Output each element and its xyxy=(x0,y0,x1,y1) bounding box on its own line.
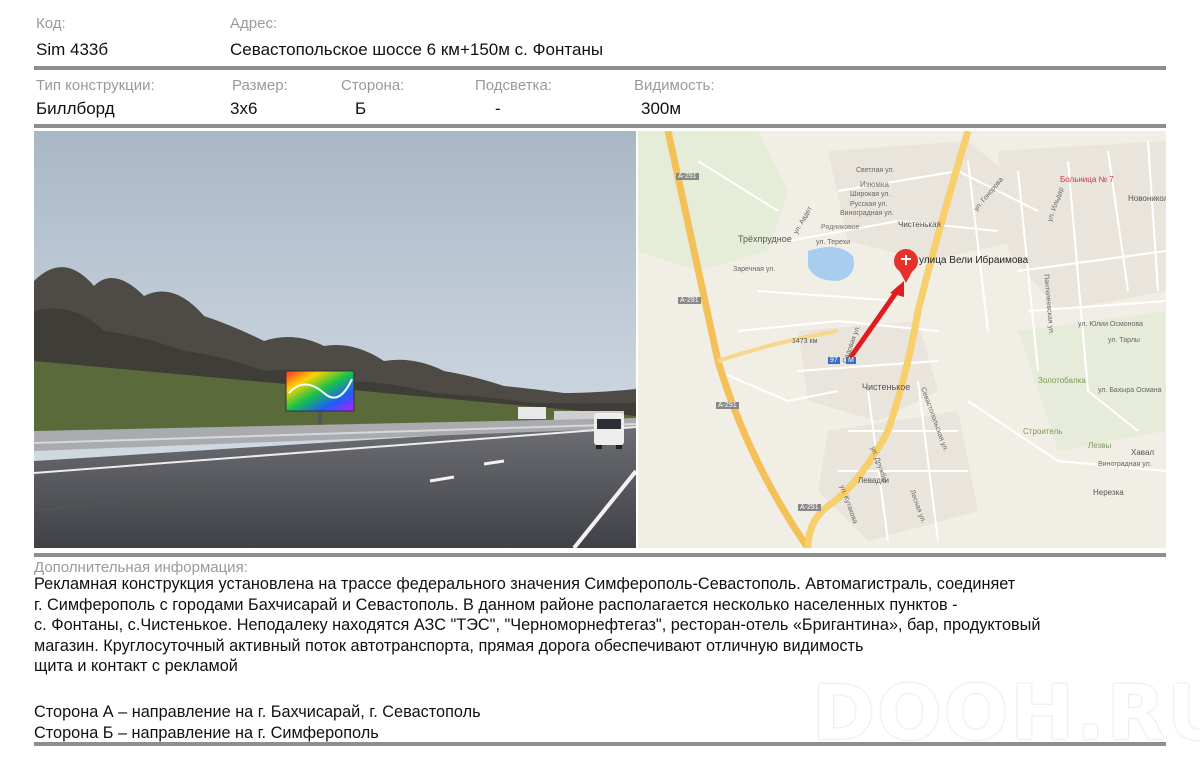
map-place-hospital: Больница № 7 xyxy=(1060,175,1114,184)
map-place-trekhprudnoe: Трёхпрудное xyxy=(738,234,792,244)
map-place-lezvy: Лезвы xyxy=(1088,441,1112,450)
map-street-7: Заречная ул. xyxy=(733,266,776,273)
map-pin-label: улица Вели Ибраимова xyxy=(919,255,1029,266)
location-map[interactable]: улица Вели Ибраимова Трёхпрудное Чистень… xyxy=(638,131,1166,548)
info-line: с. Фонтаны, с.Чистенькое. Неподалеку нах… xyxy=(34,616,1041,634)
map-road-shield-97: 97 xyxy=(828,357,840,364)
side-a-direction: Сторона А – направление на г. Бахчисарай… xyxy=(34,703,481,721)
side-label: Сторона: xyxy=(341,77,405,94)
billboard-photo xyxy=(34,131,636,548)
address-value: Севастопольское шоссе 6 км+150м с. Фонта… xyxy=(230,40,604,59)
map-place-novonikolaevka: Новоникол xyxy=(1128,194,1166,203)
header-divider xyxy=(34,66,1166,70)
map-place-stroitel: Строитель xyxy=(1023,427,1063,436)
map-street-14: ул. Юлии Осмонова xyxy=(1078,321,1143,328)
map-road-a291-b: А-291 xyxy=(678,297,701,304)
footer-divider xyxy=(34,742,1166,746)
code-label: Код: xyxy=(36,15,66,32)
info-line: Рекламная конструкция установлена на тра… xyxy=(34,575,1016,593)
map-street-16: Виноградная ул. xyxy=(1098,461,1152,468)
map-place-nerezka: Нерезка xyxy=(1093,488,1124,497)
map-street-4: Виноградная ул. xyxy=(840,210,894,217)
address-label: Адрес: xyxy=(230,15,278,32)
map-street-3: Русская ул. xyxy=(850,201,888,208)
map-place-khaval: Хавал xyxy=(1131,448,1155,457)
map-place-ryadnikovoe: Рядниковое xyxy=(821,224,860,231)
type-value: Биллборд xyxy=(36,99,115,118)
map-street-17: ул. Тарлы xyxy=(1108,337,1140,344)
map-road-km: 1473 км xyxy=(792,338,818,345)
map-place-chistenkaya: Чистенькая xyxy=(898,220,941,229)
info-text: Рекламная конструкция установлена на тра… xyxy=(34,574,1174,677)
map-street-1: Светлая ул. xyxy=(856,167,895,174)
side-b-direction: Сторона Б – направление на г. Симферопол… xyxy=(34,723,379,742)
type-label: Тип конструкции: xyxy=(36,77,155,94)
photo-divider xyxy=(34,553,1166,557)
map-place-izyumka: Изюмка xyxy=(860,180,889,189)
lighting-value: - xyxy=(495,99,501,118)
info-line: г. Симферополь с городами Бахчисарай и С… xyxy=(34,595,958,614)
visibility-label: Видимость: xyxy=(634,77,715,94)
map-road-a291-a: А-291 xyxy=(676,173,699,180)
size-value: 3х6 xyxy=(230,99,258,118)
size-label: Размер: xyxy=(232,77,288,94)
map-street-2: Широкая ул. xyxy=(850,191,891,198)
map-street-5: ул. Терехи xyxy=(816,239,851,246)
map-road-a291-c: А-291 xyxy=(716,402,739,409)
map-road-a291-d: А-291 xyxy=(798,504,821,511)
lighting-label: Подсветка: xyxy=(475,77,552,94)
visibility-value: 300м xyxy=(641,99,682,118)
code-value: Sim 433б xyxy=(36,40,109,59)
map-place-chistenkoe: Чистенькое xyxy=(862,382,911,392)
map-place-zolotobalka: Золотобалка xyxy=(1038,376,1086,385)
side-directions: Сторона А – направление на г. Бахчисарай… xyxy=(34,702,481,743)
info-line: магазин. Круглосуточный активный поток а… xyxy=(34,636,864,655)
side-value: Б xyxy=(355,99,367,118)
specs-divider xyxy=(34,124,1166,128)
map-street-15: ул. Бахыра Османа xyxy=(1098,387,1162,394)
